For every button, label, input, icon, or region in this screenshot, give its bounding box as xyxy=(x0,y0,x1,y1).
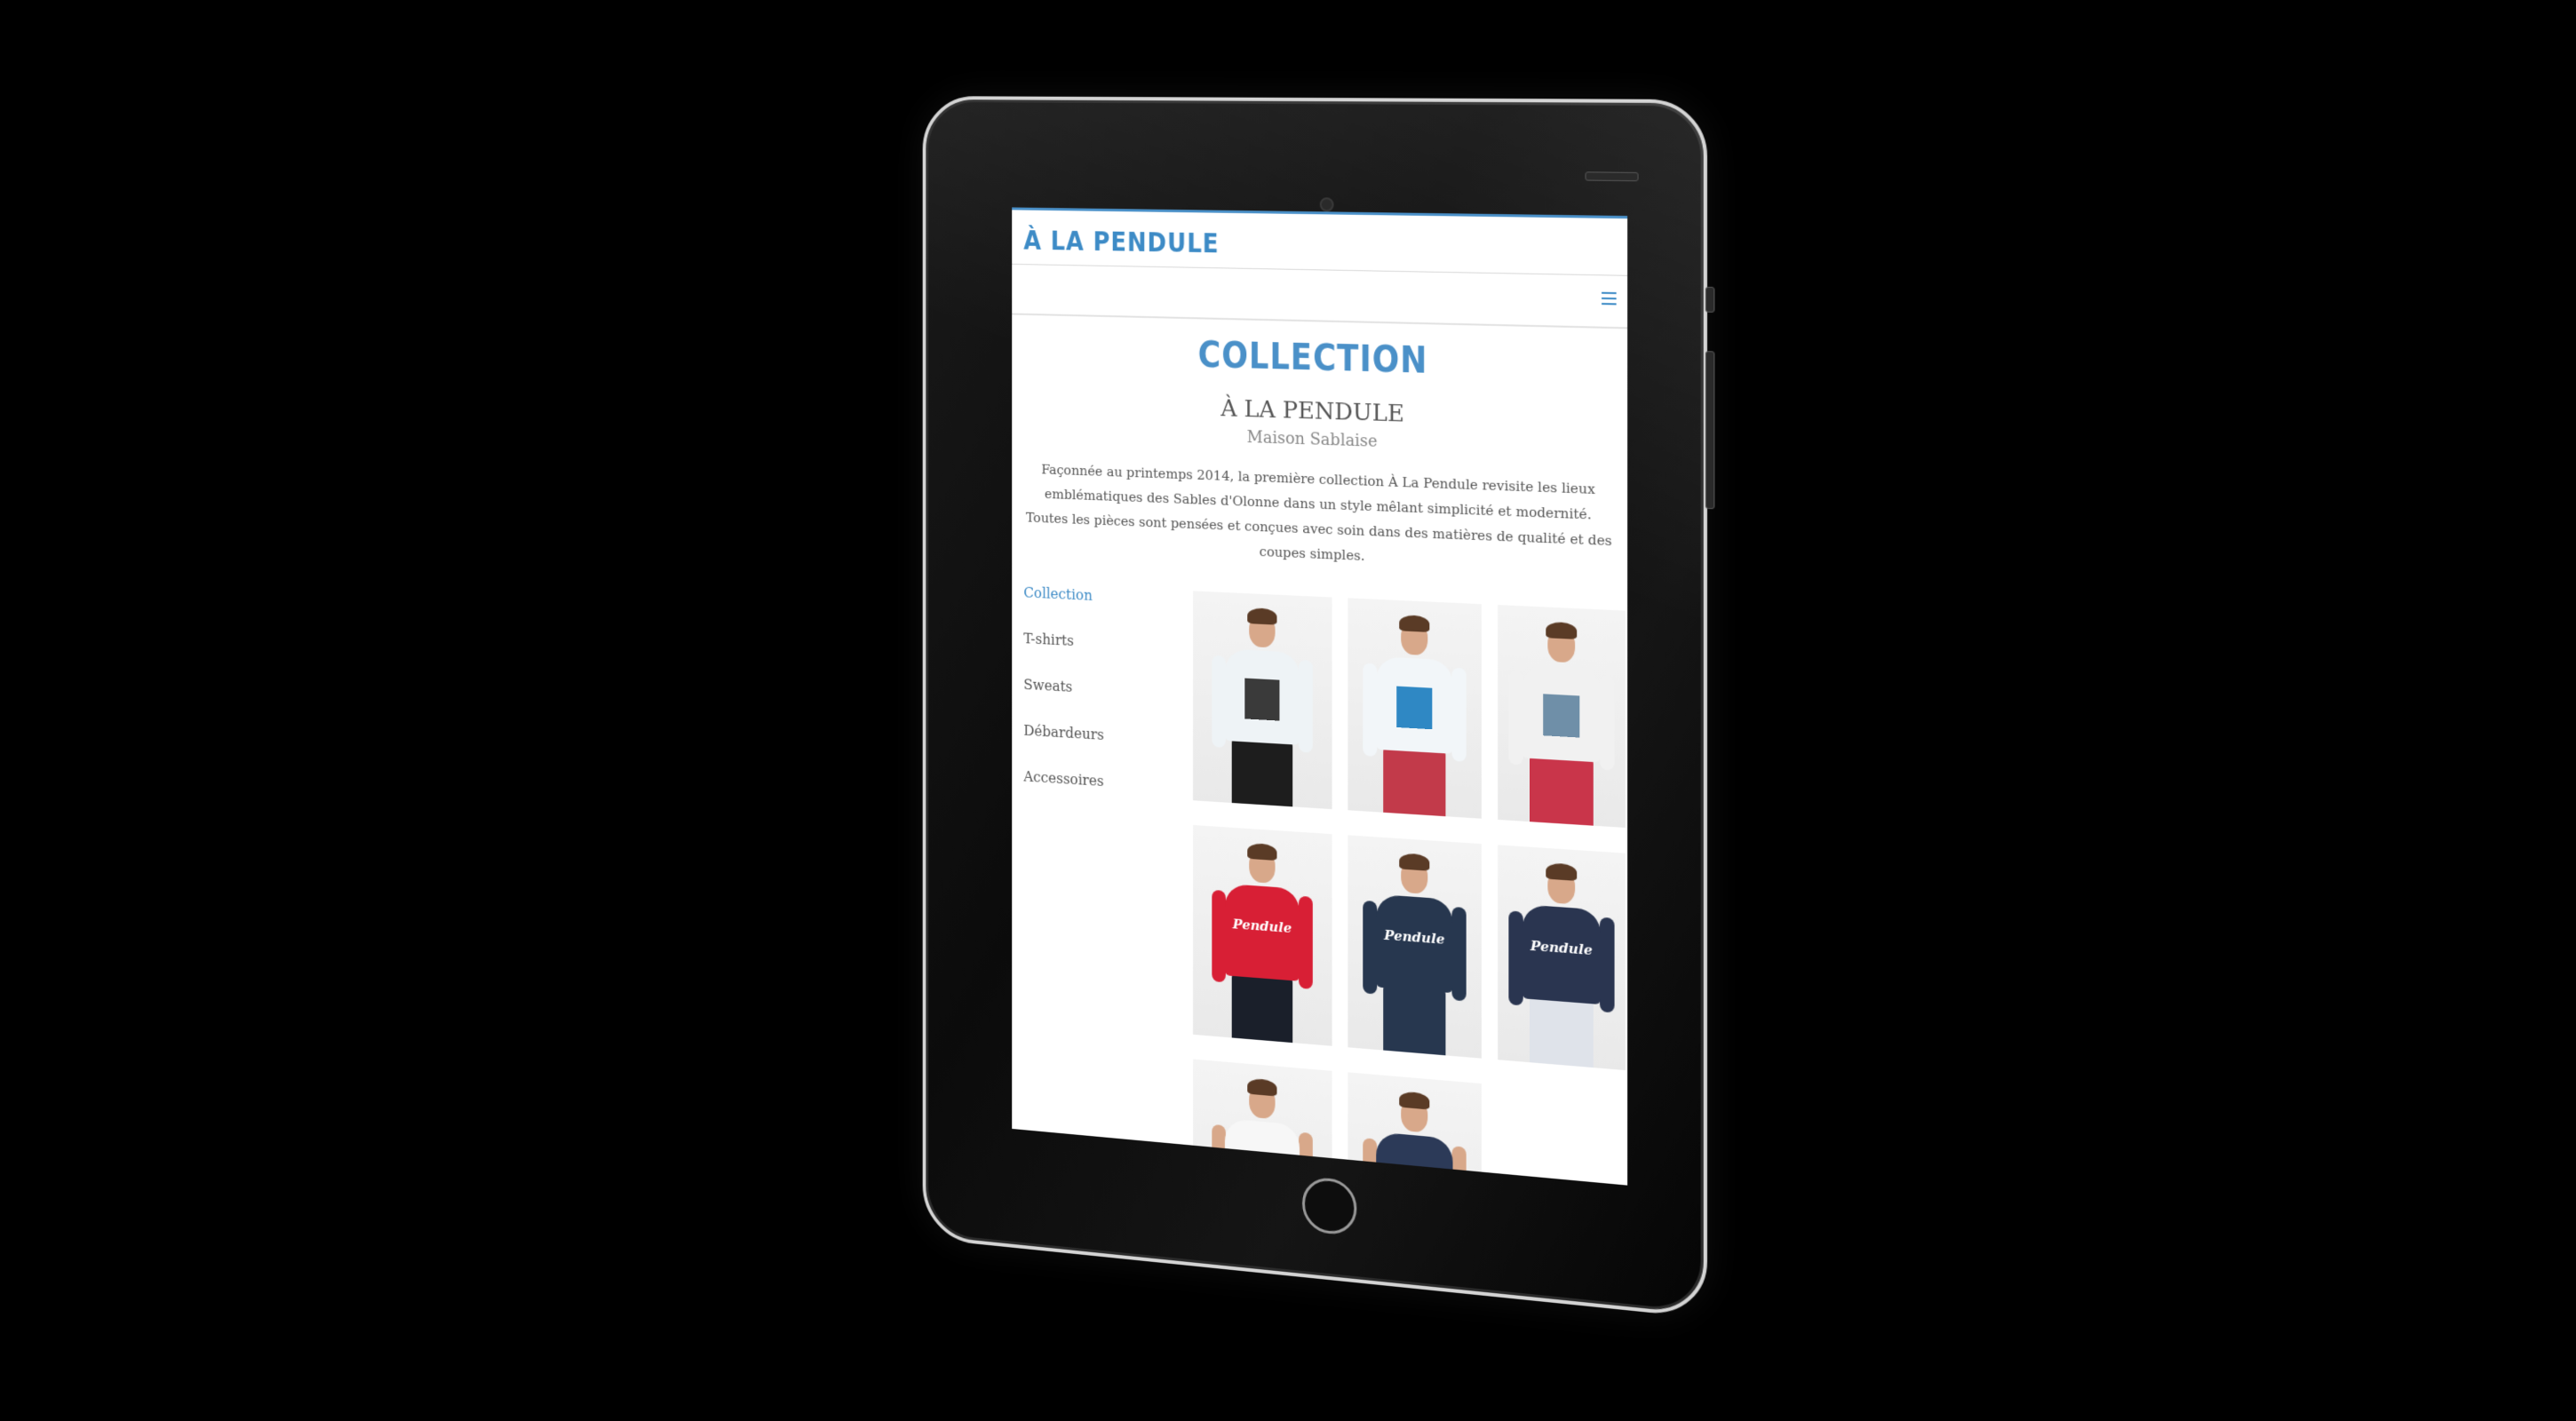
model-arm xyxy=(1508,910,1523,1006)
model-arm xyxy=(1299,659,1313,753)
product-photo[interactable] xyxy=(1193,591,1332,810)
model-legs xyxy=(1383,748,1446,819)
product-photo[interactable] xyxy=(1498,605,1626,828)
model-arm xyxy=(1363,900,1378,995)
garment xyxy=(1224,1118,1300,1186)
hamburger-icon[interactable] xyxy=(1602,291,1617,306)
nav-item-collection[interactable]: Collection xyxy=(1023,583,1193,638)
garment-print xyxy=(1396,686,1433,730)
model-arm xyxy=(1451,667,1467,762)
nav-item-accessoires[interactable]: Accessoires xyxy=(1023,767,1193,824)
product-photo[interactable]: Pendule xyxy=(1498,845,1626,1071)
collection-content: Collection T-shirts Sweats Débardeurs Ac… xyxy=(1012,583,1627,1186)
model-hair xyxy=(1546,862,1578,881)
model-hair xyxy=(1247,607,1277,625)
model-arm xyxy=(1212,889,1226,983)
product-photo[interactable] xyxy=(1193,1059,1332,1186)
garment-print xyxy=(1543,694,1580,738)
garment xyxy=(1376,1131,1453,1186)
model-arm xyxy=(1299,895,1313,989)
model-legs xyxy=(1231,739,1293,810)
camera-icon xyxy=(1319,197,1334,212)
model-arm xyxy=(1363,663,1378,757)
model-arm xyxy=(1451,906,1467,1002)
product-photo[interactable]: Pendule xyxy=(1348,835,1482,1059)
model-arm xyxy=(1299,1131,1313,1186)
product-grid: Pendule Pendule Pendule xyxy=(1193,591,1626,1186)
model-hair xyxy=(1399,615,1430,632)
model-hair xyxy=(1546,621,1578,639)
model-arm xyxy=(1600,675,1615,771)
model-legs xyxy=(1231,973,1293,1046)
model-legs xyxy=(1529,756,1594,828)
home-button xyxy=(1302,1176,1357,1237)
screen: À LA PENDULE Collection À LA PENDULE Mai… xyxy=(1012,207,1628,1186)
product-photo[interactable] xyxy=(1348,1072,1482,1186)
tablet-device: À LA PENDULE Collection À LA PENDULE Mai… xyxy=(922,96,1715,1319)
model-arm xyxy=(1363,1138,1378,1186)
model-arm xyxy=(1212,655,1226,748)
model-hair xyxy=(1247,1077,1277,1097)
site-logo[interactable]: À LA PENDULE xyxy=(1023,226,1219,259)
model-legs xyxy=(1529,996,1594,1071)
product-photo[interactable]: Pendule xyxy=(1193,824,1332,1046)
model-legs xyxy=(1383,986,1446,1059)
model-arm xyxy=(1508,670,1523,766)
volume-buttons xyxy=(1705,351,1715,510)
category-nav: Collection T-shirts Sweats Débardeurs Ac… xyxy=(1012,583,1193,1186)
page-title: Collection xyxy=(1197,335,1428,382)
product-photo[interactable] xyxy=(1348,598,1482,819)
model-arm xyxy=(1212,1123,1226,1186)
power-button xyxy=(1585,171,1639,182)
model-hair xyxy=(1247,842,1277,861)
model-hair xyxy=(1399,853,1430,871)
model-hair xyxy=(1399,1091,1430,1110)
description: Façonnée au printemps 2014, la première … xyxy=(1022,456,1616,579)
garment-print xyxy=(1244,678,1280,721)
collection-intro: Collection À LA PENDULE Maison Sablaise … xyxy=(1012,315,1627,580)
model-arm xyxy=(1600,917,1615,1013)
model-arm xyxy=(1451,1146,1467,1186)
mute-switch xyxy=(1705,286,1715,313)
